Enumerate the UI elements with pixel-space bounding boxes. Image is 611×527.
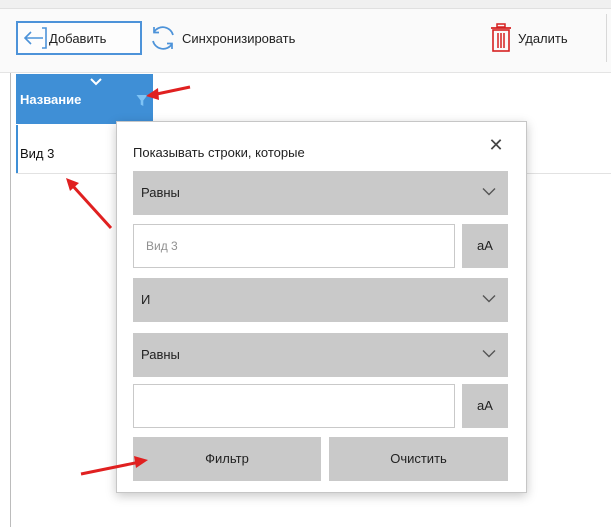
chevron-down-icon — [482, 188, 496, 196]
chevron-down-icon — [90, 78, 102, 86]
condition2-value-input[interactable] — [133, 384, 455, 428]
toolbar: Добавить Синхронизировать Удалить — [0, 0, 611, 73]
add-button-label: Добавить — [49, 30, 107, 46]
condition2-case-toggle[interactable]: aA — [462, 384, 508, 428]
condition1-value-input[interactable]: Вид 3 — [133, 224, 455, 268]
filter-popup: Показывать строки, которые ✕ Равны Вид 3… — [116, 121, 527, 493]
grid-left-border — [10, 73, 11, 527]
toolbar-separator — [606, 14, 607, 62]
column-header-label: Название — [20, 92, 82, 107]
filter-popup-title: Показывать строки, которые — [133, 145, 305, 160]
filter-icon[interactable] — [136, 94, 148, 107]
chevron-down-icon — [482, 295, 496, 303]
condition1-value-text: Вид 3 — [146, 239, 178, 253]
add-button[interactable]: Добавить — [16, 21, 142, 55]
condition1-case-toggle[interactable]: aA — [462, 224, 508, 268]
filter-button[interactable]: Фильтр — [133, 437, 321, 481]
condition1-operator-value: Равны — [141, 185, 180, 200]
sync-button[interactable]: Синхронизировать — [148, 21, 358, 55]
back-arrow-icon — [23, 27, 47, 49]
chevron-down-icon — [482, 350, 496, 358]
condition2-operator-value: Равны — [141, 347, 180, 362]
condition2-operator-select[interactable]: Равны — [133, 333, 508, 377]
table-cell-name: Вид 3 — [20, 146, 55, 161]
clear-button[interactable]: Очистить — [329, 437, 508, 481]
annotation-arrow-row — [66, 178, 113, 230]
close-icon[interactable]: ✕ — [485, 134, 507, 156]
row-selection-marker — [16, 125, 18, 173]
logic-operator-value: И — [141, 292, 151, 307]
trash-icon — [491, 23, 511, 52]
delete-button-label: Удалить — [518, 30, 568, 46]
sync-icon — [152, 26, 174, 50]
condition1-operator-select[interactable]: Равны — [133, 171, 508, 215]
delete-button[interactable]: Удалить — [490, 21, 600, 55]
column-header-name[interactable]: Название — [16, 74, 153, 124]
sync-button-label: Синхронизировать — [182, 30, 296, 46]
logic-operator-select[interactable]: И — [133, 278, 508, 322]
toolbar-top-strip — [0, 0, 611, 9]
